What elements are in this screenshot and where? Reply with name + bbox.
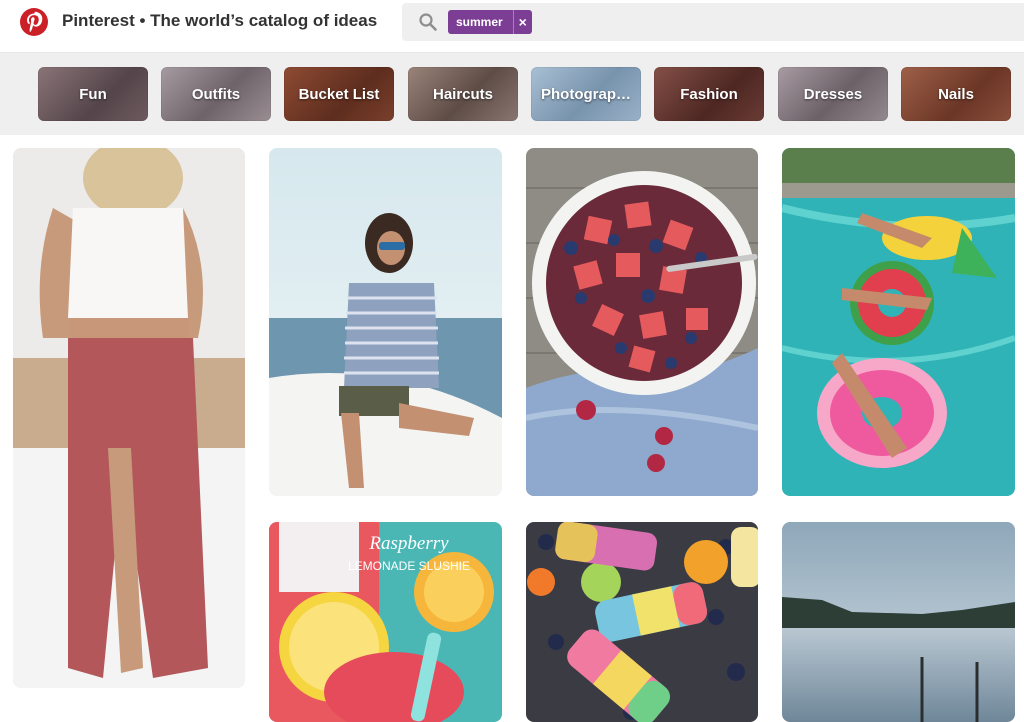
guide-label: Outfits bbox=[191, 85, 241, 103]
guide-label: Haircuts bbox=[432, 85, 494, 103]
search-bar[interactable]: summer × bbox=[402, 3, 1024, 41]
guide-fashion[interactable]: Fashion bbox=[654, 67, 764, 121]
guide-outfits[interactable]: Outfits bbox=[161, 67, 271, 121]
guide-label: Fashion bbox=[680, 85, 738, 103]
photo-fruit-bowl-icon bbox=[526, 148, 758, 496]
pin-watermelon-bowl[interactable] bbox=[526, 148, 758, 496]
pin-pool-floats[interactable] bbox=[782, 148, 1015, 496]
photo-lake-icon bbox=[782, 522, 1015, 722]
guide-photography[interactable]: Photograp… bbox=[531, 67, 641, 121]
photo-drink-icon: Raspberry LEMONADE SLUSHIE bbox=[269, 522, 502, 722]
pin-raspberry-slushie[interactable]: Raspberry LEMONADE SLUSHIE bbox=[269, 522, 502, 722]
guide-label: Fun bbox=[79, 85, 107, 103]
pin-overlay-subtitle: LEMONADE SLUSHIE bbox=[348, 559, 470, 573]
search-query-chip-label: summer bbox=[456, 15, 503, 29]
pin-lake[interactable] bbox=[782, 522, 1015, 722]
pin-woman-red-skirt[interactable] bbox=[13, 148, 245, 688]
guided-search-strip: Fun Outfits Bucket List Haircuts Photogr… bbox=[0, 53, 1024, 135]
pinterest-logo-icon[interactable] bbox=[20, 8, 48, 36]
pin-rainbow-popsicles[interactable] bbox=[526, 522, 758, 722]
search-input[interactable] bbox=[542, 11, 1006, 35]
chip-close-icon[interactable]: × bbox=[512, 10, 532, 34]
guide-label: Nails bbox=[938, 85, 974, 103]
page-title: Pinterest • The world’s catalog of ideas bbox=[62, 11, 378, 30]
guide-fun[interactable]: Fun bbox=[38, 67, 148, 121]
search-icon bbox=[419, 13, 437, 31]
top-bar: Pinterest • The world’s catalog of ideas… bbox=[0, 0, 1024, 53]
guide-nails[interactable]: Nails bbox=[901, 67, 1011, 121]
guide-label: Dresses bbox=[803, 85, 863, 103]
guide-label: Photograp… bbox=[541, 85, 631, 103]
pin-overlay-title: Raspberry bbox=[368, 533, 449, 554]
photo-popsicles-icon bbox=[526, 522, 758, 722]
guide-bucket-list[interactable]: Bucket List bbox=[284, 67, 394, 121]
guide-dresses[interactable]: Dresses bbox=[778, 67, 888, 121]
photo-pool-icon bbox=[782, 148, 1015, 496]
photo-woman-boat-icon bbox=[269, 148, 502, 496]
search-query-chip[interactable]: summer × bbox=[448, 10, 532, 34]
photo-woman-white-top-icon bbox=[13, 148, 245, 688]
guide-label: Bucket List bbox=[298, 85, 380, 103]
pin-woman-striped-hoodie[interactable] bbox=[269, 148, 502, 496]
guide-haircuts[interactable]: Haircuts bbox=[408, 67, 518, 121]
